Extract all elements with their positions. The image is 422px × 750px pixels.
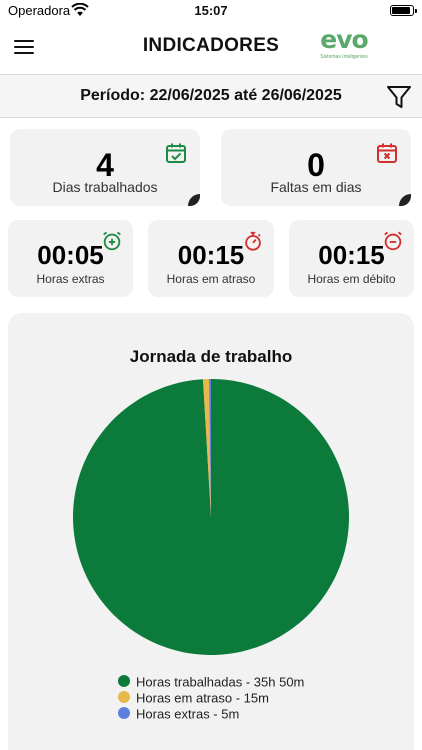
period-label: Período: 22/06/2025 até 26/06/2025 xyxy=(80,87,342,104)
late-hours-label: Horas em atraso xyxy=(166,272,256,286)
absences-card[interactable]: 0 Faltas em dias xyxy=(221,129,411,206)
legend-item[interactable]: Horas trabalhadas - 35h 50m xyxy=(118,673,304,689)
card-corner-accent xyxy=(188,194,200,206)
late-hours-value: 00:15 xyxy=(177,240,245,270)
clock-time: 15:07 xyxy=(194,3,228,18)
debit-hours-label: Horas em débito xyxy=(307,272,396,286)
worked-days-label: Dias trabalhados xyxy=(52,179,158,195)
debit-hours-card[interactable]: 00:15 Horas em débito xyxy=(289,220,414,297)
legend-item[interactable]: Horas extras - 5m xyxy=(118,705,304,721)
legend-item[interactable]: Horas em atraso - 15m xyxy=(118,689,304,705)
battery-icon xyxy=(390,5,417,16)
company-logo: evo Sistemas Inteligentes xyxy=(316,26,372,70)
period-bar: Período: 22/06/2025 até 26/06/2025 xyxy=(0,74,422,118)
legend-swatch xyxy=(118,706,130,719)
card-corner-accent xyxy=(399,194,411,206)
legend-swatch xyxy=(118,674,130,687)
late-hours-card[interactable]: 00:15 Horas em atraso xyxy=(148,220,274,297)
logo-tagline: Sistemas Inteligentes xyxy=(320,54,368,60)
debit-hours-value: 00:15 xyxy=(318,240,385,270)
extra-hours-card[interactable]: 00:05 Horas extras xyxy=(8,220,133,297)
chart-title: Jornada de trabalho xyxy=(129,347,293,366)
pie-chart xyxy=(73,379,349,655)
legend-label: Horas trabalhadas - 35h 50m xyxy=(136,674,305,690)
legend-label: Horas em atraso - 15m xyxy=(136,690,269,706)
chart-legend: Horas trabalhadas - 35h 50m Horas em atra… xyxy=(118,673,304,721)
status-bar: Operadora 15:07 xyxy=(0,0,422,22)
legend-swatch xyxy=(118,690,130,703)
filter-icon[interactable] xyxy=(386,84,412,110)
logo-wordmark: evo xyxy=(320,25,368,54)
absences-label: Faltas em dias xyxy=(270,179,362,195)
worked-days-card[interactable]: 4 Dias trabalhados xyxy=(10,129,200,206)
workday-chart-panel: Jornada de trabalho Horas trabalhadas - … xyxy=(8,313,414,750)
extra-hours-value: 00:05 xyxy=(37,240,104,270)
legend-label: Horas extras - 5m xyxy=(136,706,240,722)
extra-hours-label: Horas extras xyxy=(36,272,105,286)
app-header: INDICADORES evo Sistemas Inteligentes xyxy=(0,22,422,74)
